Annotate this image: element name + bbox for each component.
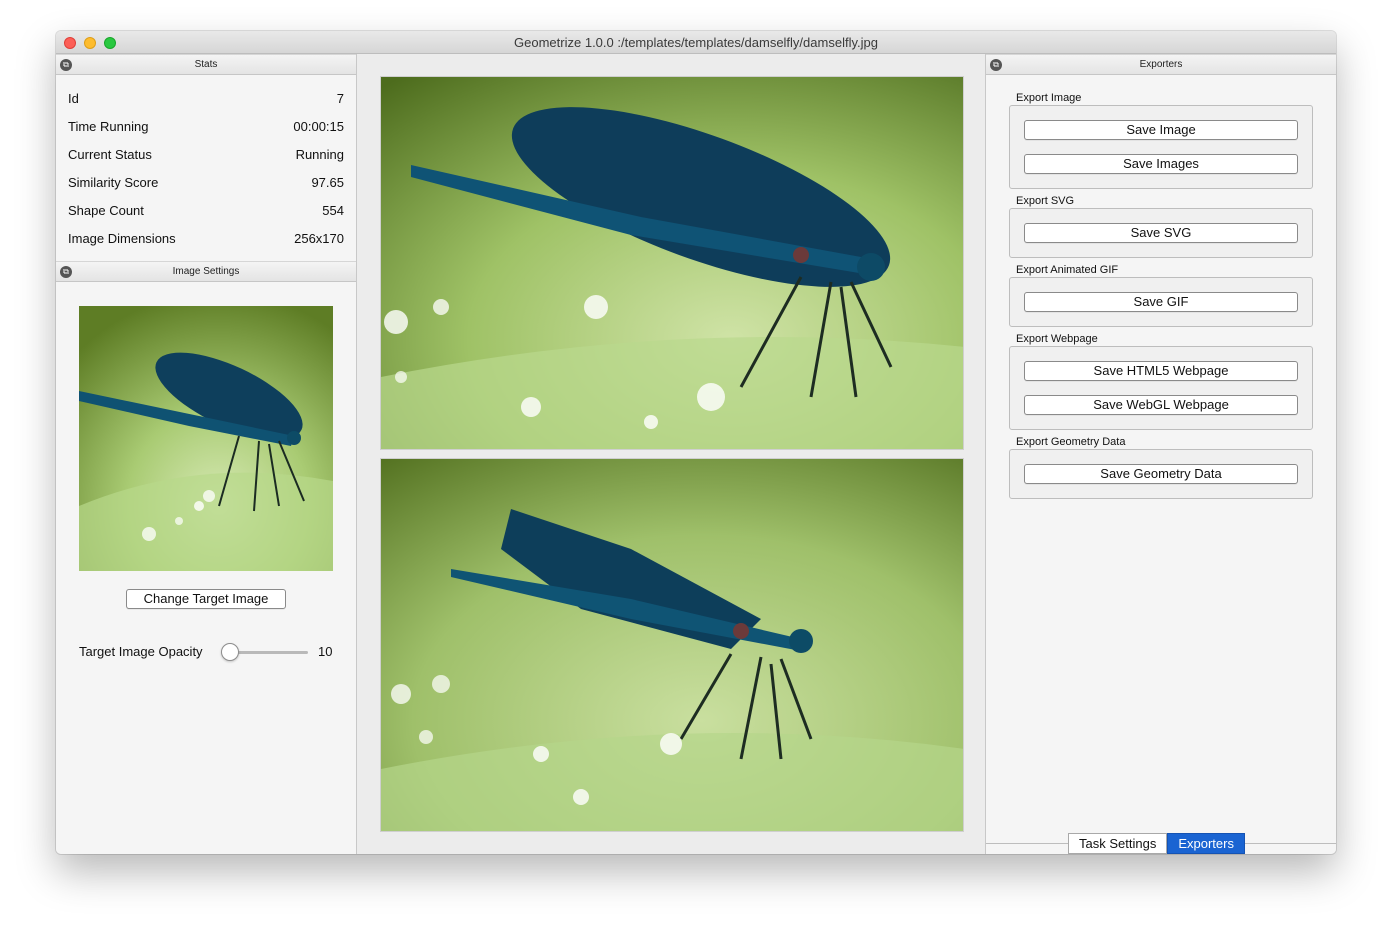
opacity-label: Target Image Opacity	[79, 644, 203, 659]
save-image-button[interactable]: Save Image	[1024, 120, 1298, 140]
image-settings-dock-title: Image Settings	[172, 266, 240, 277]
export-gif-group: Save GIF	[1009, 277, 1313, 327]
tab-task-settings[interactable]: Task Settings	[1068, 833, 1168, 854]
stat-label: Id	[68, 91, 79, 106]
dock-tab-bar: Task Settings Exporters	[1068, 833, 1245, 854]
save-webgl-webpage-button[interactable]: Save WebGL Webpage	[1024, 395, 1298, 415]
stats-dock-header: ⧉ Stats	[56, 54, 356, 75]
stat-value: Running	[295, 147, 344, 162]
stat-row-current-status: Current Status Running	[68, 147, 344, 165]
export-image-label: Export Image	[1016, 92, 1082, 104]
stat-row-id: Id 7	[68, 91, 344, 109]
stat-row-image-dimensions: Image Dimensions 256x170	[68, 231, 344, 249]
stat-label: Image Dimensions	[68, 231, 176, 246]
opacity-value: 10	[318, 644, 333, 659]
right-dock: ⧉ Exporters Export Image Save Image Save…	[985, 54, 1336, 854]
target-image-view	[380, 76, 964, 450]
geometrized-image-view	[380, 458, 964, 832]
export-geometry-group: Save Geometry Data	[1009, 449, 1313, 499]
stat-label: Time Running	[68, 119, 149, 134]
target-image-thumbnail	[79, 306, 333, 571]
tab-exporters[interactable]: Exporters	[1167, 833, 1245, 854]
stat-value: 554	[322, 203, 344, 218]
stat-value: 00:00:15	[293, 119, 344, 134]
stat-value: 97.65	[311, 175, 344, 190]
save-svg-button[interactable]: Save SVG	[1024, 223, 1298, 243]
change-target-image-button[interactable]: Change Target Image	[126, 589, 286, 609]
export-geometry-label: Export Geometry Data	[1016, 436, 1126, 448]
save-geometry-data-button[interactable]: Save Geometry Data	[1024, 464, 1298, 484]
image-settings-dock-header: ⧉ Image Settings	[56, 261, 356, 282]
stats-dock-title: Stats	[194, 59, 218, 70]
geometrized-image	[381, 459, 963, 831]
export-svg-label: Export SVG	[1016, 195, 1075, 207]
app-window: Geometrize 1.0.0 :/templates/templates/d…	[56, 31, 1336, 854]
stat-row-time-running: Time Running 00:00:15	[68, 119, 344, 137]
save-html5-webpage-button[interactable]: Save HTML5 Webpage	[1024, 361, 1298, 381]
damselfly-image	[79, 306, 333, 571]
stat-value: 256x170	[294, 231, 344, 246]
dock-float-icon[interactable]: ⧉	[60, 266, 72, 278]
left-dock: ⧉ Stats Id 7 Time Running 00:00:15 Curre…	[56, 54, 357, 854]
export-svg-group: Save SVG	[1009, 208, 1313, 258]
stat-label: Current Status	[68, 147, 152, 162]
save-gif-button[interactable]: Save GIF	[1024, 292, 1298, 312]
export-image-group: Save Image Save Images	[1009, 105, 1313, 189]
exporters-dock-title: Exporters	[1139, 59, 1183, 70]
save-images-button[interactable]: Save Images	[1024, 154, 1298, 174]
title-bar: Geometrize 1.0.0 :/templates/templates/d…	[56, 31, 1336, 54]
export-webpage-label: Export Webpage	[1016, 333, 1098, 345]
window-title: Geometrize 1.0.0 :/templates/templates/d…	[514, 35, 878, 50]
export-gif-label: Export Animated GIF	[1016, 264, 1119, 276]
target-image	[381, 77, 963, 449]
opacity-slider-handle[interactable]	[221, 643, 239, 661]
stat-label: Shape Count	[68, 203, 144, 218]
stat-value: 7	[336, 91, 344, 106]
canvas-area	[357, 54, 985, 854]
stat-row-shape-count: Shape Count 554	[68, 203, 344, 221]
export-webpage-group: Save HTML5 Webpage Save WebGL Webpage	[1009, 346, 1313, 430]
dock-float-icon[interactable]: ⧉	[60, 59, 72, 71]
dock-float-icon[interactable]: ⧉	[990, 59, 1002, 71]
stat-label: Similarity Score	[68, 175, 159, 190]
stat-row-similarity-score: Similarity Score 97.65	[68, 175, 344, 193]
exporters-dock-header: ⧉ Exporters	[986, 54, 1336, 75]
